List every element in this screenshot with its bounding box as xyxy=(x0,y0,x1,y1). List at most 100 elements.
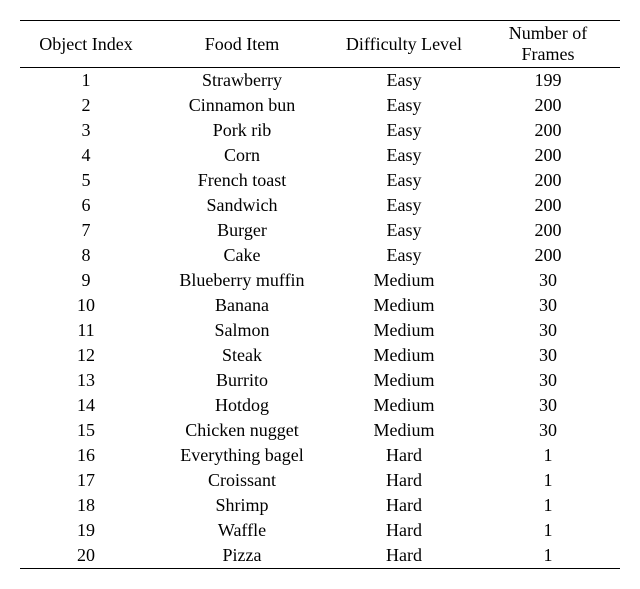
cell-food-item: Pizza xyxy=(152,543,332,569)
cell-object-index: 10 xyxy=(20,293,152,318)
cell-food-item: Cake xyxy=(152,243,332,268)
cell-difficulty: Easy xyxy=(332,68,476,94)
cell-object-index: 4 xyxy=(20,143,152,168)
cell-frames: 30 xyxy=(476,368,620,393)
cell-difficulty: Easy xyxy=(332,193,476,218)
cell-food-item: Steak xyxy=(152,343,332,368)
cell-object-index: 19 xyxy=(20,518,152,543)
cell-frames: 1 xyxy=(476,468,620,493)
cell-food-item: Corn xyxy=(152,143,332,168)
cell-difficulty: Easy xyxy=(332,143,476,168)
cell-difficulty: Easy xyxy=(332,93,476,118)
header-difficulty-level: Difficulty Level xyxy=(332,21,476,68)
cell-object-index: 15 xyxy=(20,418,152,443)
table-row: 4CornEasy200 xyxy=(20,143,620,168)
table-row: 20PizzaHard1 xyxy=(20,543,620,569)
cell-object-index: 2 xyxy=(20,93,152,118)
cell-frames: 1 xyxy=(476,493,620,518)
table-row: 18ShrimpHard1 xyxy=(20,493,620,518)
cell-frames: 200 xyxy=(476,93,620,118)
cell-difficulty: Hard xyxy=(332,518,476,543)
cell-food-item: Pork rib xyxy=(152,118,332,143)
table-row: 1StrawberryEasy199 xyxy=(20,68,620,94)
cell-object-index: 11 xyxy=(20,318,152,343)
cell-difficulty: Easy xyxy=(332,243,476,268)
cell-difficulty: Medium xyxy=(332,293,476,318)
table-row: 9Blueberry muffinMedium30 xyxy=(20,268,620,293)
table-row: 2Cinnamon bunEasy200 xyxy=(20,93,620,118)
cell-frames: 200 xyxy=(476,243,620,268)
cell-difficulty: Hard xyxy=(332,493,476,518)
cell-difficulty: Hard xyxy=(332,443,476,468)
cell-food-item: Croissant xyxy=(152,468,332,493)
cell-object-index: 16 xyxy=(20,443,152,468)
cell-food-item: Shrimp xyxy=(152,493,332,518)
cell-object-index: 3 xyxy=(20,118,152,143)
cell-frames: 1 xyxy=(476,518,620,543)
cell-frames: 200 xyxy=(476,168,620,193)
cell-frames: 30 xyxy=(476,343,620,368)
header-row: Object Index Food Item Difficulty Level … xyxy=(20,21,620,68)
table-row: 7BurgerEasy200 xyxy=(20,218,620,243)
cell-object-index: 13 xyxy=(20,368,152,393)
cell-frames: 200 xyxy=(476,143,620,168)
cell-object-index: 12 xyxy=(20,343,152,368)
cell-food-item: Sandwich xyxy=(152,193,332,218)
cell-object-index: 1 xyxy=(20,68,152,94)
table-row: 8CakeEasy200 xyxy=(20,243,620,268)
cell-frames: 30 xyxy=(476,393,620,418)
cell-object-index: 6 xyxy=(20,193,152,218)
cell-food-item: Banana xyxy=(152,293,332,318)
cell-food-item: Chicken nugget xyxy=(152,418,332,443)
cell-object-index: 18 xyxy=(20,493,152,518)
cell-food-item: Salmon xyxy=(152,318,332,343)
table-row: 5French toastEasy200 xyxy=(20,168,620,193)
cell-difficulty: Medium xyxy=(332,318,476,343)
cell-frames: 199 xyxy=(476,68,620,94)
table-row: 15Chicken nuggetMedium30 xyxy=(20,418,620,443)
cell-frames: 30 xyxy=(476,318,620,343)
cell-food-item: Everything bagel xyxy=(152,443,332,468)
food-table: Object Index Food Item Difficulty Level … xyxy=(20,20,620,569)
cell-difficulty: Easy xyxy=(332,218,476,243)
cell-frames: 200 xyxy=(476,118,620,143)
cell-food-item: Strawberry xyxy=(152,68,332,94)
cell-difficulty: Hard xyxy=(332,543,476,569)
cell-frames: 200 xyxy=(476,193,620,218)
table-row: 12SteakMedium30 xyxy=(20,343,620,368)
cell-difficulty: Medium xyxy=(332,418,476,443)
table-row: 13BurritoMedium30 xyxy=(20,368,620,393)
cell-frames: 30 xyxy=(476,268,620,293)
table-row: 16Everything bagelHard1 xyxy=(20,443,620,468)
header-number-of-frames: Number of Frames xyxy=(476,21,620,68)
table-row: 10BananaMedium30 xyxy=(20,293,620,318)
cell-difficulty: Medium xyxy=(332,393,476,418)
cell-frames: 1 xyxy=(476,543,620,569)
cell-food-item: Waffle xyxy=(152,518,332,543)
cell-food-item: Burger xyxy=(152,218,332,243)
header-object-index: Object Index xyxy=(20,21,152,68)
cell-object-index: 9 xyxy=(20,268,152,293)
cell-difficulty: Easy xyxy=(332,118,476,143)
cell-difficulty: Easy xyxy=(332,168,476,193)
cell-food-item: Hotdog xyxy=(152,393,332,418)
cell-frames: 30 xyxy=(476,418,620,443)
cell-food-item: Burrito xyxy=(152,368,332,393)
cell-difficulty: Medium xyxy=(332,343,476,368)
cell-difficulty: Medium xyxy=(332,268,476,293)
table-row: 11SalmonMedium30 xyxy=(20,318,620,343)
cell-object-index: 5 xyxy=(20,168,152,193)
cell-object-index: 7 xyxy=(20,218,152,243)
table-row: 14HotdogMedium30 xyxy=(20,393,620,418)
cell-difficulty: Hard xyxy=(332,468,476,493)
cell-frames: 1 xyxy=(476,443,620,468)
cell-object-index: 17 xyxy=(20,468,152,493)
table-row: 3Pork ribEasy200 xyxy=(20,118,620,143)
cell-object-index: 8 xyxy=(20,243,152,268)
table-row: 6SandwichEasy200 xyxy=(20,193,620,218)
header-food-item: Food Item xyxy=(152,21,332,68)
cell-food-item: Blueberry muffin xyxy=(152,268,332,293)
cell-food-item: French toast xyxy=(152,168,332,193)
cell-object-index: 14 xyxy=(20,393,152,418)
cell-difficulty: Medium xyxy=(332,368,476,393)
